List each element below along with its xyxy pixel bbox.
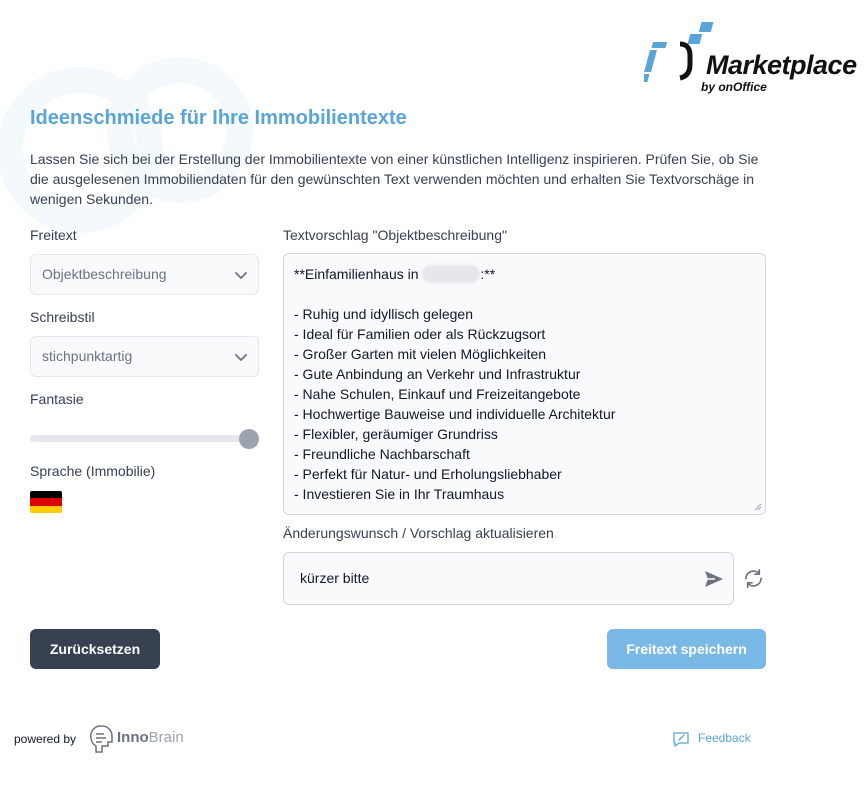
feedback-icon: [673, 732, 689, 747]
suggestion-line: - Ruhig und idyllisch gelegen: [294, 306, 473, 322]
schreibstil-selected-value: stichpunktartig: [42, 348, 133, 364]
brand-bold: Inno: [117, 729, 149, 746]
page-title: Ideenschmiede für Ihre Immobilientexte: [30, 107, 407, 129]
change-request-value: kürzer bitte: [300, 570, 370, 586]
refresh-icon[interactable]: [742, 567, 765, 590]
suggestion-line: - Hochwertige Bauweise und individuelle …: [294, 406, 616, 422]
suggestion-line: - Investieren Sie in Ihr Traumhaus: [294, 486, 505, 502]
save-freitext-button[interactable]: Freitext speichern: [607, 629, 766, 669]
powered-by-label: powered by: [14, 732, 77, 746]
logo-subtitle: by onOffice: [701, 80, 767, 94]
marketplace-logo: Marketplace by onOffice: [644, 20, 860, 100]
fantasie-slider-track[interactable]: [30, 435, 256, 442]
intro-text: Lassen Sie sich bei der Erstellung der I…: [30, 151, 759, 207]
innobrain-logo-icon: [90, 725, 113, 753]
freitext-select[interactable]: Objektbeschreibung: [30, 254, 259, 295]
suggestion-line: - Flexibler, geräumiger Grundriss: [294, 426, 498, 442]
change-request-input[interactable]: kürzer bitte: [283, 552, 734, 605]
save-button-label: Freitext speichern: [626, 641, 747, 657]
suggestion-line: - Nahe Schulen, Einkauf und Freizeitange…: [294, 386, 581, 402]
schreibstil-label: Schreibstil: [30, 309, 95, 325]
freitext-label: Freitext: [30, 227, 77, 243]
suggestion-line: - Freundliche Nachbarschaft: [294, 446, 470, 462]
de-flag-icon[interactable]: [30, 491, 62, 513]
resize-grip-icon[interactable]: [754, 503, 762, 511]
suggestion-line: - Gute Anbindung an Verkehr und Infrastr…: [294, 366, 581, 382]
fantasie-slider-thumb[interactable]: [239, 429, 259, 449]
redacted-location: [422, 265, 481, 283]
chevron-down-icon: [235, 272, 247, 279]
chevron-down-icon: [235, 354, 247, 361]
suggestion-heading-suffix: :**: [480, 266, 496, 282]
sprache-label: Sprache (Immobilie): [30, 463, 156, 479]
reset-button-label: Zurücksetzen: [49, 641, 141, 657]
reset-button[interactable]: Zurücksetzen: [30, 629, 160, 669]
suggestion-heading-line: **Einfamilienhaus in :**: [294, 264, 755, 284]
suggestion-line: - Perfekt für Natur- und Erholungsliebha…: [294, 466, 562, 482]
textvorschlag-label: Textvorschlag "Objektbeschreibung": [283, 227, 507, 243]
brand-light: Brain: [148, 729, 184, 746]
suggestion-line: - Großer Garten mit vielen Möglichkeiten: [294, 346, 547, 362]
freitext-selected-value: Objektbeschreibung: [42, 266, 167, 282]
innobrain-logo-text: InnoBrain: [117, 729, 184, 746]
suggestion-line: - Ideal für Familien oder als Rückzugsor…: [294, 326, 546, 342]
schreibstil-select[interactable]: stichpunktartig: [30, 336, 259, 377]
send-icon[interactable]: [703, 568, 725, 590]
logo-title: Marketplace: [706, 50, 857, 80]
fantasie-label: Fantasie: [30, 391, 84, 407]
change-request-label: Änderungswunsch / Vorschlag aktualisiere…: [283, 525, 554, 541]
textvorschlag-textarea[interactable]: **Einfamilienhaus in :** - Ruhig und idy…: [283, 253, 766, 515]
feedback-label: Feedback: [698, 731, 751, 745]
suggestion-heading-prefix: **Einfamilienhaus in: [294, 266, 423, 282]
